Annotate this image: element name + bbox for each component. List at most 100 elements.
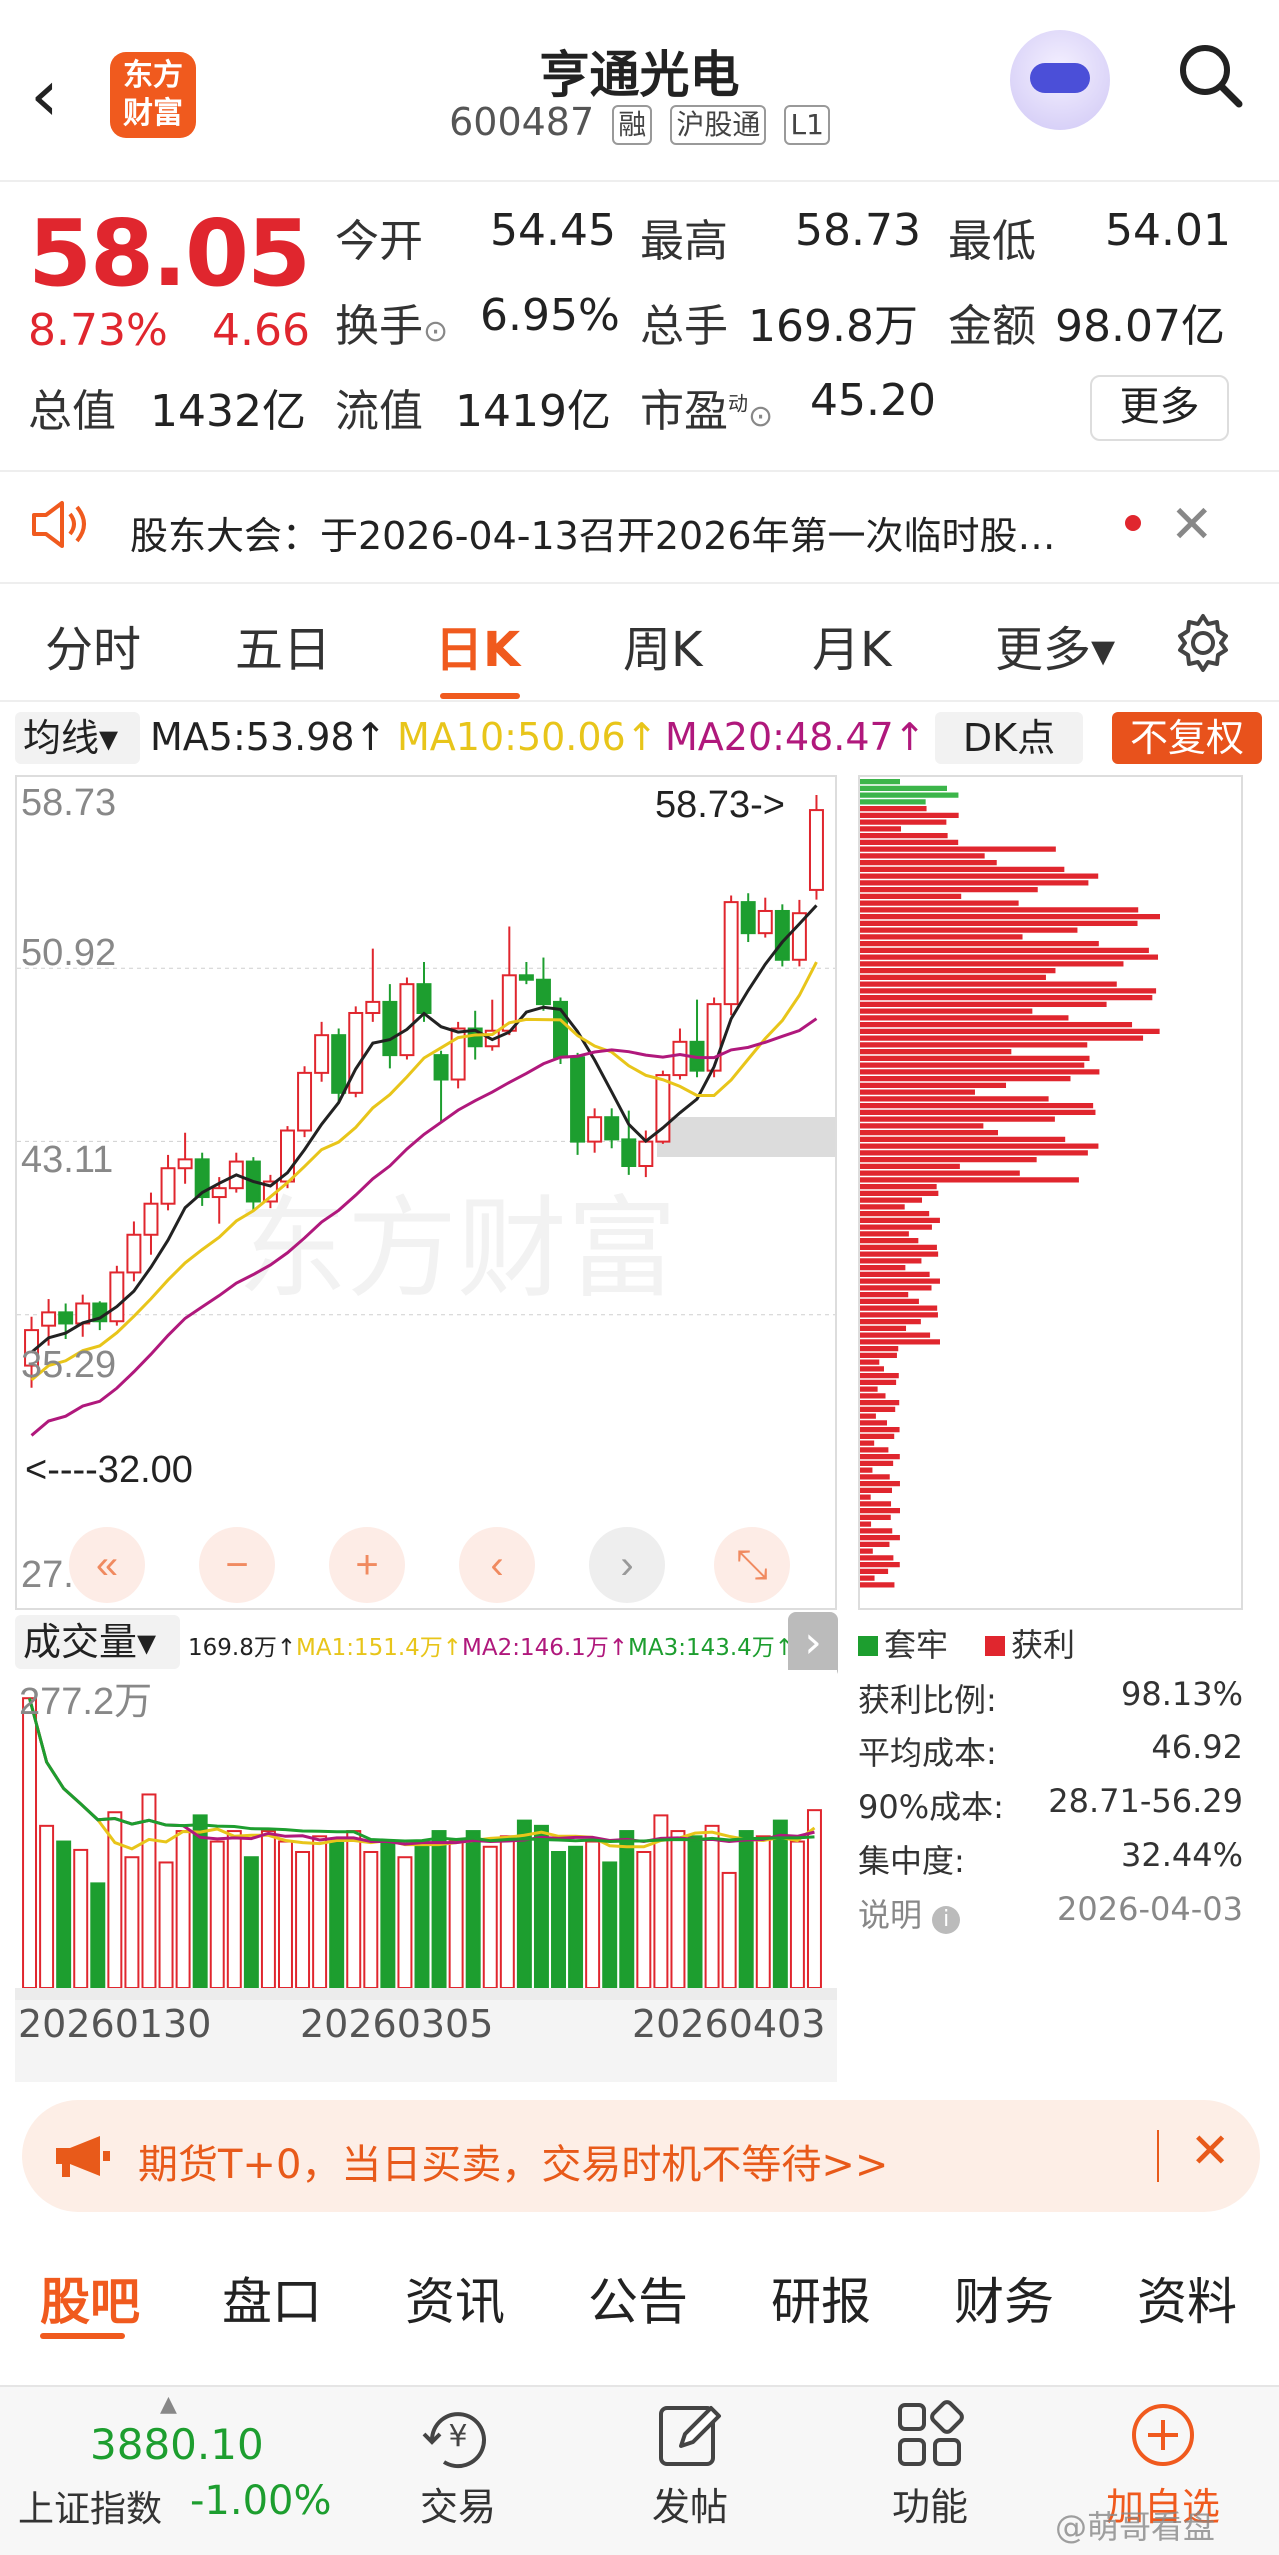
chip-note[interactable]: 说明 i [858,1890,961,1936]
chip-bar [860,1163,960,1169]
chip-bar [860,1433,895,1439]
volume-bar [636,1850,652,1989]
compose-label[interactable]: 发帖 [610,2476,770,2531]
chip-value-avg-cost: 46.92 [1151,1728,1243,1766]
notice-text[interactable]: 股东大会：于2026-04-13召开2026年第一次临时股… [130,505,1056,560]
tab-forum[interactable]: 股吧 [40,2262,140,2334]
candle-body [143,1202,159,1236]
price-tick-3: 43.11 [21,1139,113,1181]
tab-announcements[interactable]: 公告 [588,2262,688,2334]
functions-label[interactable]: 功能 [850,2476,1010,2531]
volume-bar [329,1840,345,1989]
candle-body [160,1167,176,1205]
legend-profit: 获利 [985,1620,1075,1666]
grid-apps-icon[interactable] [895,2400,965,2470]
gear-icon[interactable] [1172,612,1234,674]
candle-body [177,1158,193,1170]
chip-bar [860,1022,1133,1028]
ma-selector[interactable]: 均线▾ [15,712,140,764]
volume-bar [533,1824,549,1989]
tab-news[interactable]: 资讯 [405,2262,505,2334]
chip-bar [860,873,1099,879]
tab-profile[interactable]: 资料 [1137,2262,1237,2334]
chevron-right-icon[interactable]: › [788,1612,838,1678]
volume-bar [346,1830,362,1989]
tag-margin[interactable]: 融 [612,104,653,145]
close-icon[interactable]: ✕ [1170,495,1214,555]
tab-research[interactable]: 研报 [771,2262,871,2334]
chip-bar [860,1325,907,1331]
tab-daily-k[interactable]: 日K [435,610,520,680]
add-circle-icon[interactable] [1128,2400,1198,2470]
info-icon[interactable]: ⊙ [748,399,773,434]
info-icon[interactable]: ⊙ [423,314,448,349]
trade-yen-icon[interactable]: ¥ [418,2400,498,2472]
chip-bar [860,1184,937,1190]
tab-intraday[interactable]: 分时 [45,610,141,680]
indicator-selector[interactable]: 成交量▾ [15,1615,180,1669]
candle-body [382,1000,398,1057]
kline-chart[interactable]: 东方财富 58.73 50.92 43.11 35.29 27.48 58.73… [15,775,837,1610]
volume-bar [22,1697,38,1990]
volume-bar [278,1840,293,1989]
candle-body [211,1187,227,1199]
volume-bar [243,1856,259,1989]
chip-bar [860,968,1056,974]
tag-connect[interactable]: 沪股通 [670,104,767,145]
more-quote-button[interactable]: 更多 [1090,375,1229,441]
chip-bar [860,981,1117,987]
volume-bar [772,1819,788,1989]
search-icon[interactable] [1175,40,1245,110]
watermark-text: @萌哥看盘 [1055,2508,1216,2546]
volume-bar [721,1871,737,1990]
tab-orderbook[interactable]: 盘口 [222,2262,322,2334]
chip-bar [860,920,1138,926]
open-value: 54.45 [490,205,616,256]
index-change: -1.00% [190,2478,332,2524]
chip-bar [860,961,1124,967]
chip-bar [860,1400,900,1406]
chip-bar [860,1548,873,1554]
compose-icon[interactable] [655,2400,725,2470]
date-mid: 20260305 [300,2002,494,2046]
candle-body [41,1311,57,1327]
chip-bar [860,1474,890,1480]
chip-bar [860,1001,1107,1007]
promo-text[interactable]: 期货T+0，当日买卖，交易时机不等待>> [138,2132,888,2190]
chip-bar [860,779,900,785]
chip-bar [860,1049,1012,1055]
price-tick-top: 58.73 [21,782,116,824]
tab-weekly-k[interactable]: 周K [623,610,702,680]
candle-body [314,1034,330,1074]
index-name[interactable]: 上证指数 [18,2480,162,2532]
tab-five-day[interactable]: 五日 [235,610,331,680]
volume-chart[interactable]: 277.2万 [15,1670,837,2000]
tag-level[interactable]: L1 [784,104,830,145]
chip-bar [860,1562,900,1568]
chip-distribution-chart[interactable] [858,775,1243,1610]
trade-label[interactable]: 交易 [378,2476,538,2531]
scroll-start-icon: « [96,1543,118,1587]
dk-point-button[interactable]: DK点 [935,712,1083,764]
chip-bar [860,1406,896,1412]
adjust-button[interactable]: 不复权 [1112,712,1262,764]
expand-up-icon[interactable]: ▲ [160,2392,177,2417]
chip-bar [860,934,1023,940]
close-icon[interactable]: ✕ [1190,2123,1230,2179]
chip-value-profit-ratio: 98.13% [1120,1675,1243,1713]
tab-finance[interactable]: 财务 [954,2262,1054,2334]
last-price: 58.05 [28,200,311,307]
volume-bar [551,1850,566,1989]
chip-bar [860,1008,1033,1014]
low-label: 最低 [948,216,1036,267]
price-tick-2: 50.92 [21,932,116,974]
info-icon: i [932,1906,961,1934]
tab-more[interactable]: 更多▾ [995,610,1115,680]
chip-bar [860,1204,905,1210]
index-value[interactable]: 3880.10 [90,2420,264,2469]
chip-bar [860,846,1056,852]
low-value: 54.01 [1105,205,1231,256]
chip-bar [860,1568,889,1574]
tab-monthly-k[interactable]: 月K [812,610,891,680]
amount-value: 98.07亿 [1055,301,1225,352]
